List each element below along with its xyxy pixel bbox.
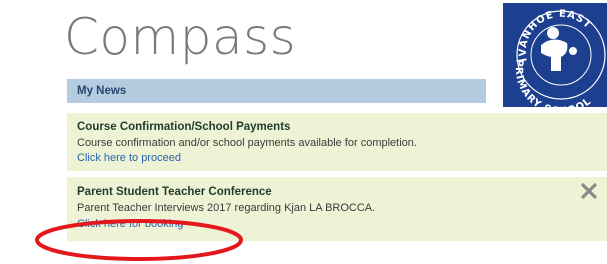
school-logo: IVANHOE EAST PRIMARY SCHOOL <box>503 3 607 117</box>
news-item-body: Parent Teacher Interviews 2017 regarding… <box>77 202 376 214</box>
close-icon[interactable] <box>580 182 598 200</box>
news-item-title: Parent Student Teacher Conference <box>77 186 272 198</box>
proceed-link[interactable]: Click here to proceed <box>77 152 181 164</box>
my-news-header: My News <box>67 79 486 103</box>
news-item-body: Course confirmation and/or school paymen… <box>77 137 417 149</box>
highlight-ellipse <box>35 219 243 261</box>
my-news-title: My News <box>77 85 127 97</box>
compass-brand-title: Compass <box>64 8 297 66</box>
news-item-course-payments: Course Confirmation/School Payments Cour… <box>67 113 607 171</box>
news-item-title: Course Confirmation/School Payments <box>77 121 291 133</box>
